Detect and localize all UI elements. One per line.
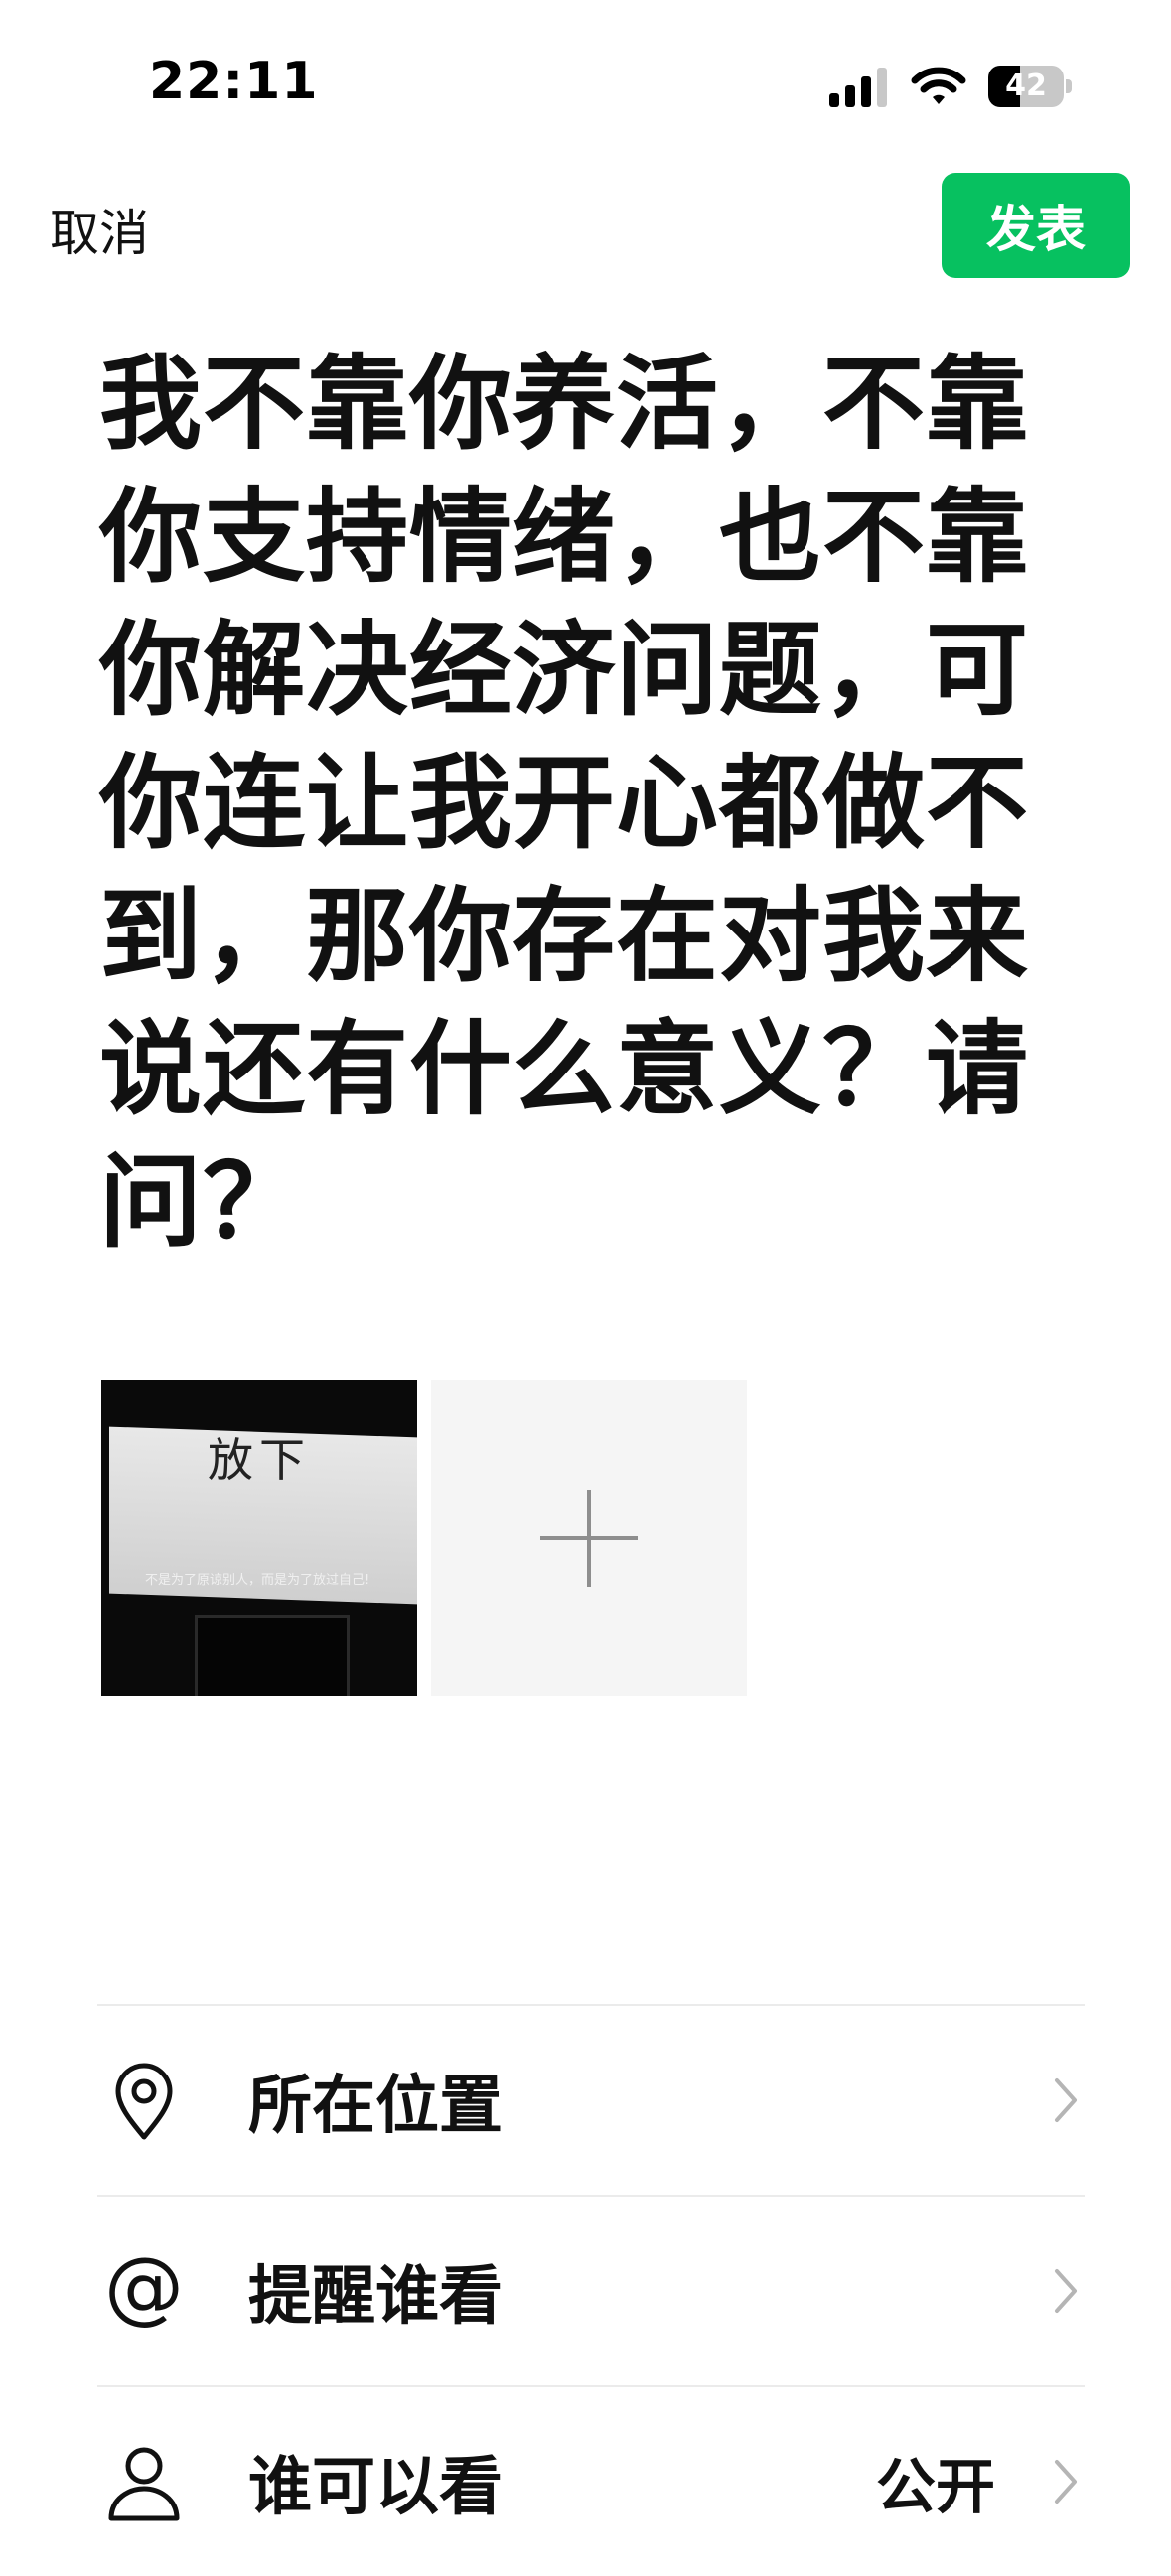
wifi-icon <box>911 67 966 104</box>
option-mention[interactable]: @ 提醒谁看 <box>97 2195 1085 2385</box>
option-visibility-value: 公开 <box>876 2452 995 2522</box>
thumbnail-sign-title: 放下 <box>208 1433 311 1487</box>
chevron-right-icon <box>1055 2269 1077 2313</box>
option-location[interactable]: 所在位置 <box>97 2004 1085 2195</box>
battery-cap <box>1066 79 1072 93</box>
plus-icon-vertical <box>587 1490 591 1587</box>
status-time: 22:11 <box>149 52 319 111</box>
battery-body: 42 <box>988 66 1064 107</box>
option-location-label: 所在位置 <box>248 2070 503 2143</box>
battery-icon: 42 <box>988 66 1072 107</box>
post-text[interactable]: 我不靠你养活，不靠你支持情绪，也不靠你解决经济问题，可你连让我开心都做不到，那你… <box>99 338 1073 1269</box>
media-thumbnail[interactable]: 放下 不是为了原谅别人，而是为了放过自己! <box>101 1380 417 1696</box>
media-grid: 放下 不是为了原谅别人，而是为了放过自己! <box>101 1380 747 1696</box>
at-icon: @ <box>104 2248 184 2333</box>
option-mention-label: 提醒谁看 <box>248 2260 503 2334</box>
publish-button[interactable]: 发表 <box>942 173 1130 278</box>
chevron-right-icon <box>1055 2078 1077 2122</box>
location-pin-icon <box>115 2063 173 2140</box>
status-icons: 42 <box>829 64 1072 109</box>
person-icon <box>108 2447 180 2521</box>
thumbnail-sign-subtitle: 不是为了原谅别人，而是为了放过自己! <box>145 1573 370 1588</box>
chevron-right-icon <box>1055 2460 1077 2504</box>
add-media-button[interactable] <box>431 1380 747 1696</box>
signal-icon <box>829 68 887 107</box>
svg-text:@: @ <box>104 2248 184 2333</box>
status-bar: 22:11 42 <box>0 0 1171 159</box>
option-visibility-label: 谁可以看 <box>248 2451 503 2524</box>
thumbnail-door <box>195 1615 350 1696</box>
options-list: 所在位置 @ 提醒谁看 谁可以看 公开 <box>97 2004 1085 2576</box>
cancel-button[interactable]: 取消 <box>50 194 149 265</box>
battery-level: 42 <box>1005 69 1047 103</box>
option-visibility[interactable]: 谁可以看 公开 <box>97 2385 1085 2576</box>
